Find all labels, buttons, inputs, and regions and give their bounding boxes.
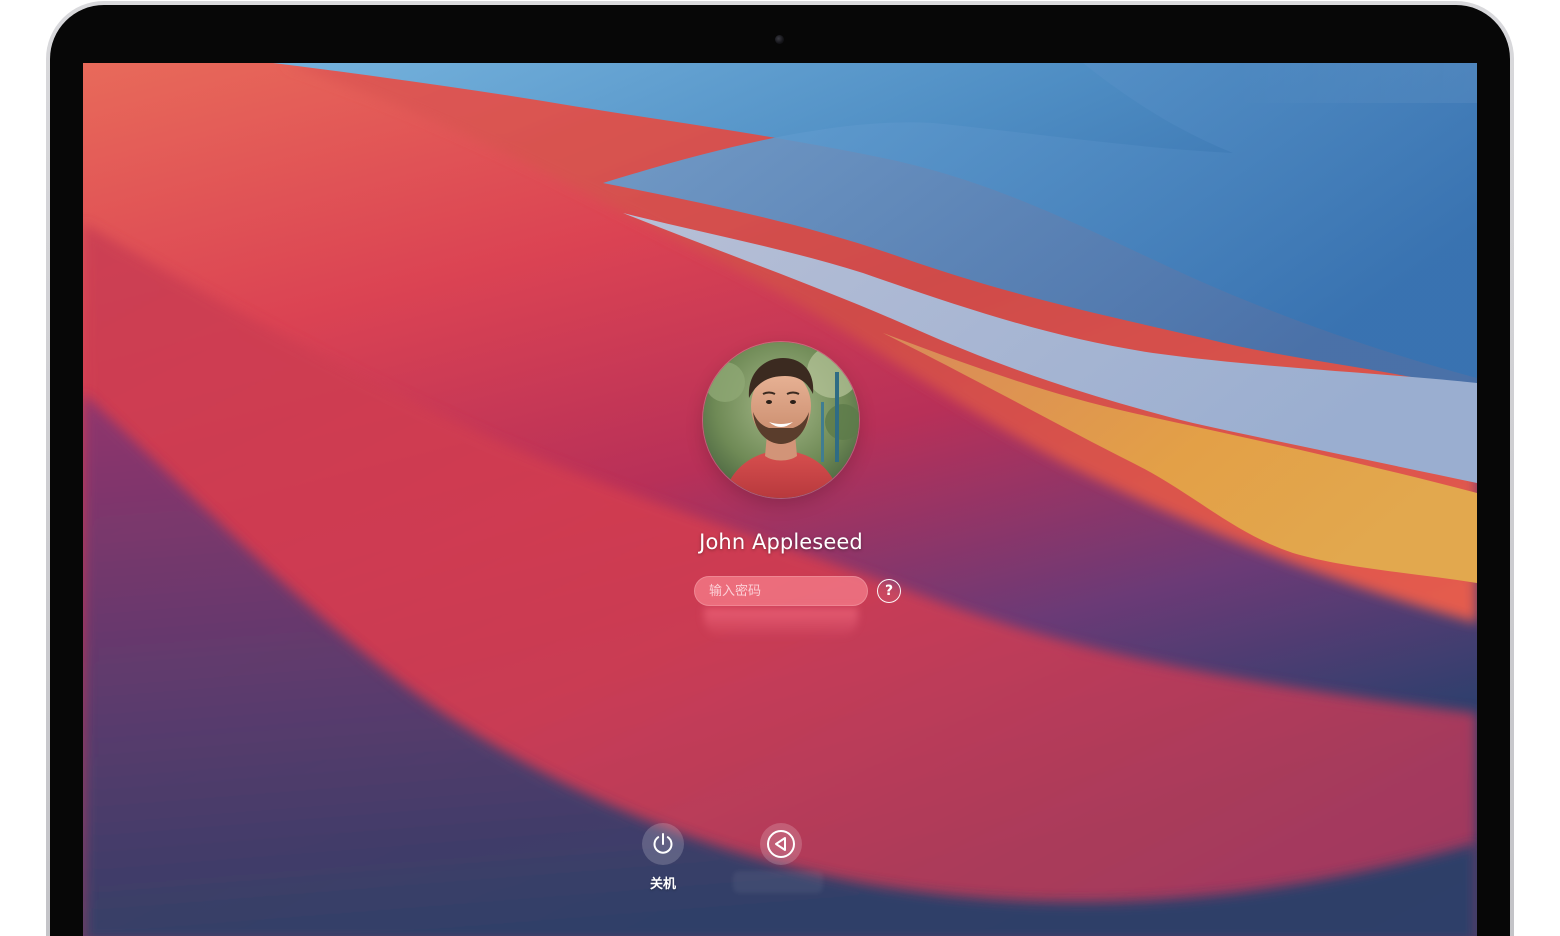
macos-login-screen: John Appleseed ? 关机	[0, 0, 1560, 936]
shutdown-label: 关机	[649, 877, 676, 892]
user-photo	[703, 342, 859, 498]
camera-icon	[775, 35, 784, 44]
password-input[interactable]	[694, 576, 868, 606]
user-avatar[interactable]	[703, 342, 859, 498]
shutdown-button[interactable]	[642, 823, 684, 865]
power-icon	[653, 833, 673, 854]
user-name: John Appleseed	[699, 530, 863, 554]
wallpaper	[83, 63, 1477, 936]
back-button-reflection	[733, 871, 823, 893]
password-field-reflection	[704, 608, 858, 638]
password-hint-button[interactable]: ?	[877, 579, 901, 603]
question-icon: ?	[884, 583, 894, 599]
screen-reflection	[1233, 63, 1477, 103]
back-arrow-icon	[767, 830, 795, 858]
screen: John Appleseed ? 关机	[83, 63, 1477, 936]
back-button[interactable]	[760, 823, 802, 865]
